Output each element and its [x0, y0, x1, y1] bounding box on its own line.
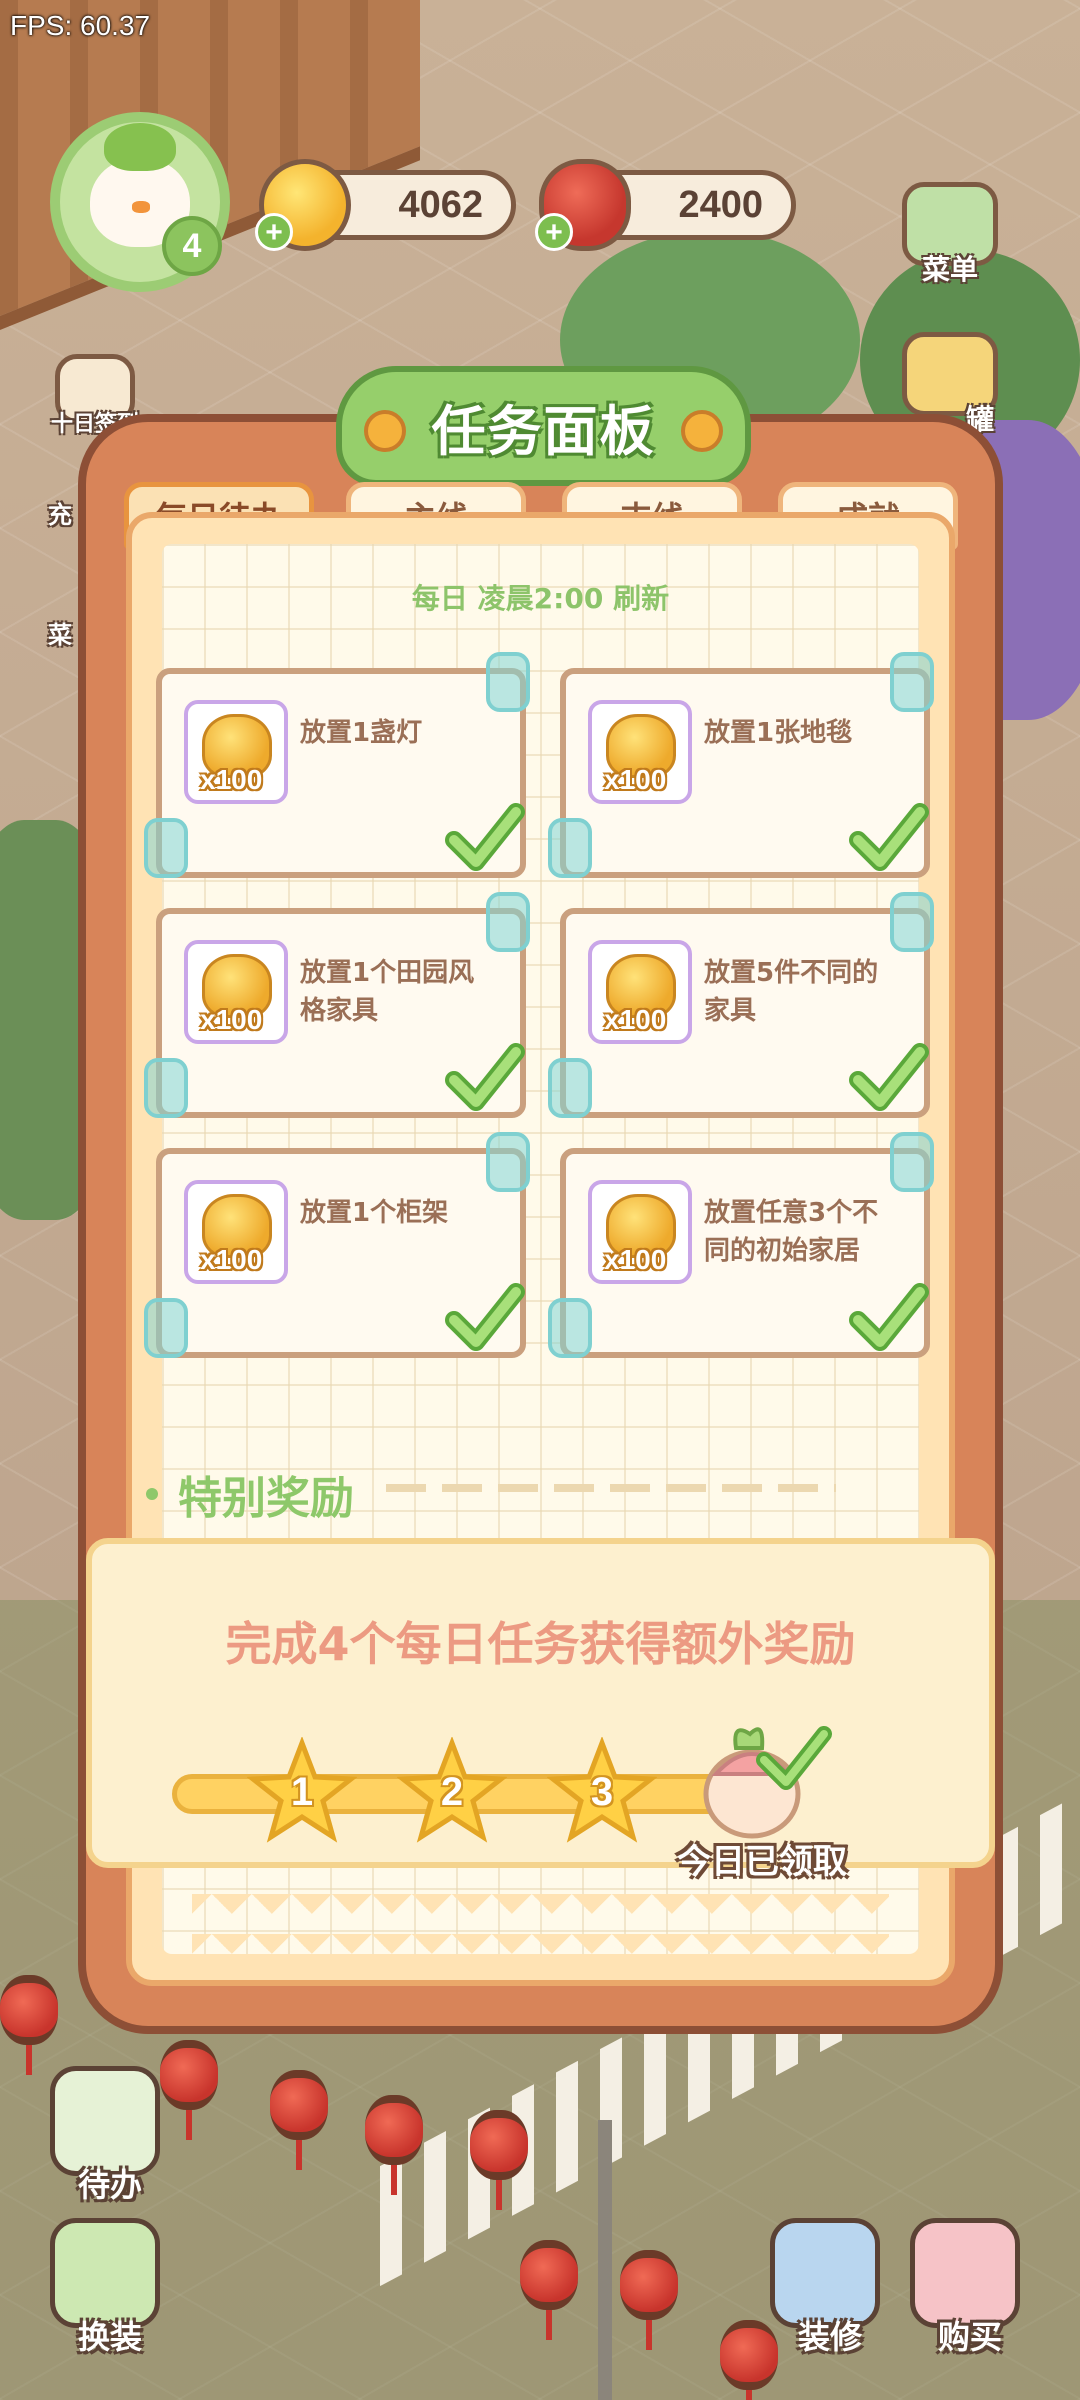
- tape-clip: [548, 1298, 592, 1358]
- reward-icon: x100: [588, 940, 692, 1044]
- tape-clip: [144, 818, 188, 878]
- task-card[interactable]: x100 放置1个柜架: [144, 1132, 530, 1358]
- bonus-description: 完成4个每日任务获得额外奖励: [225, 1617, 856, 1671]
- tape-clip: [890, 892, 934, 952]
- refresh-note: 每日 凌晨2:00 刷新: [411, 582, 670, 615]
- panel-title-banner: 任务面板: [336, 366, 751, 486]
- menu-label: 菜单: [921, 253, 978, 286]
- task-label: 放置1盏灯: [300, 718, 423, 748]
- lantern: [520, 2240, 578, 2340]
- final-reward-icon[interactable]: [692, 1714, 832, 1844]
- check-icon: [445, 1283, 525, 1351]
- bonus-progress-bar: 1 2 3: [172, 1737, 732, 1843]
- task-label: 放置1张地毯: [704, 718, 853, 748]
- tape-clip: [486, 1132, 530, 1192]
- tape-clip: [144, 1298, 188, 1358]
- reward-quantity: x100: [200, 764, 263, 795]
- lantern: [470, 2110, 528, 2210]
- task-card[interactable]: x100 放置5件不同的家具: [548, 892, 934, 1118]
- task-card[interactable]: x100 放置1张地毯: [548, 652, 934, 878]
- milestone-number: 2: [440, 1769, 464, 1814]
- fruit-counter: + 2400: [535, 159, 796, 251]
- player-avatar[interactable]: 4: [50, 112, 230, 292]
- task-card[interactable]: x100 放置1盏灯: [144, 652, 530, 878]
- task-label: 放置任意3个不同的初始家居: [704, 1198, 879, 1266]
- lantern: [270, 2070, 328, 2170]
- panel-title: 任务面板: [431, 399, 656, 463]
- dress-label: 换装: [77, 2318, 142, 2356]
- left-partial-label: 菜: [48, 621, 72, 649]
- task-card[interactable]: x100 放置任意3个不同的初始家居: [548, 1132, 934, 1358]
- milestone-star: 3: [547, 1737, 657, 1847]
- check-icon: [849, 1043, 929, 1111]
- divider: [386, 1484, 836, 1492]
- lantern: [0, 1975, 58, 2075]
- tape-clip: [548, 1058, 592, 1118]
- reward-icon: x100: [588, 1180, 692, 1284]
- reward-icon: x100: [184, 1180, 288, 1284]
- todo-label: 待办: [77, 2166, 142, 2204]
- todo-button[interactable]: 待办: [50, 2066, 170, 2206]
- add-fruit-button[interactable]: +: [535, 213, 573, 251]
- task-label: 放置5件不同的家具: [704, 958, 879, 1026]
- special-reward-heading: 特别奖励: [146, 1462, 354, 1526]
- coin-counter: + 4062: [255, 159, 516, 251]
- milestone-number: 3: [590, 1769, 614, 1814]
- reward-icon: x100: [184, 940, 288, 1044]
- tape-clip: [548, 818, 592, 878]
- tape-clip: [486, 652, 530, 712]
- left-partial-label: 充: [48, 501, 72, 529]
- menu-button[interactable]: 菜单: [895, 168, 1005, 288]
- special-reward-title: 特别奖励: [178, 1473, 354, 1524]
- reward-quantity: x100: [604, 1004, 667, 1035]
- task-card[interactable]: x100 放置1个田园风格家具: [144, 892, 530, 1118]
- milestone-star: 1: [247, 1737, 357, 1847]
- tape-clip: [890, 1132, 934, 1192]
- tape-clip: [890, 652, 934, 712]
- lantern: [620, 2250, 678, 2350]
- shop-button[interactable]: 购买: [910, 2218, 1030, 2358]
- reward-icon: x100: [184, 700, 288, 804]
- check-icon: [445, 803, 525, 871]
- shop-label: 购买: [937, 2318, 1002, 2356]
- check-icon: [849, 1283, 929, 1351]
- milestone-star: 2: [397, 1737, 507, 1847]
- paper-edge: [192, 1894, 889, 1954]
- lantern: [365, 2095, 423, 2195]
- reward-quantity: x100: [200, 1004, 263, 1035]
- fruit-amount: 2400: [678, 183, 763, 226]
- decorate-button[interactable]: 装修: [770, 2218, 890, 2358]
- bonus-reward-card: 完成4个每日任务获得额外奖励 1 2 3 今日已领取: [86, 1538, 995, 1882]
- reward-quantity: x100: [604, 1244, 667, 1275]
- reward-quantity: x100: [200, 1244, 263, 1275]
- decorate-label: 装修: [797, 2318, 862, 2356]
- reward-icon: x100: [588, 700, 692, 804]
- dress-button[interactable]: 换装: [50, 2218, 170, 2358]
- check-icon: [849, 803, 929, 871]
- tape-clip: [486, 892, 530, 952]
- milestone-number: 1: [290, 1769, 314, 1814]
- task-label: 放置1个田园风格家具: [300, 958, 475, 1026]
- task-panel: 任务面板 每日待办 主线 支线 成就 每日 凌晨2:00 刷新 x100 放置1…: [78, 366, 1003, 2034]
- lamp-pole: [598, 2120, 612, 2400]
- coin-amount: 4062: [398, 183, 483, 226]
- check-icon: [445, 1043, 525, 1111]
- claimed-status: 今日已领取: [677, 1842, 847, 1882]
- reward-quantity: x100: [604, 764, 667, 795]
- add-coins-button[interactable]: +: [255, 213, 293, 251]
- task-label: 放置1个柜架: [300, 1198, 449, 1228]
- tape-clip: [144, 1058, 188, 1118]
- player-level-badge: 4: [162, 216, 222, 276]
- fps-counter: FPS: 60.37: [10, 10, 151, 41]
